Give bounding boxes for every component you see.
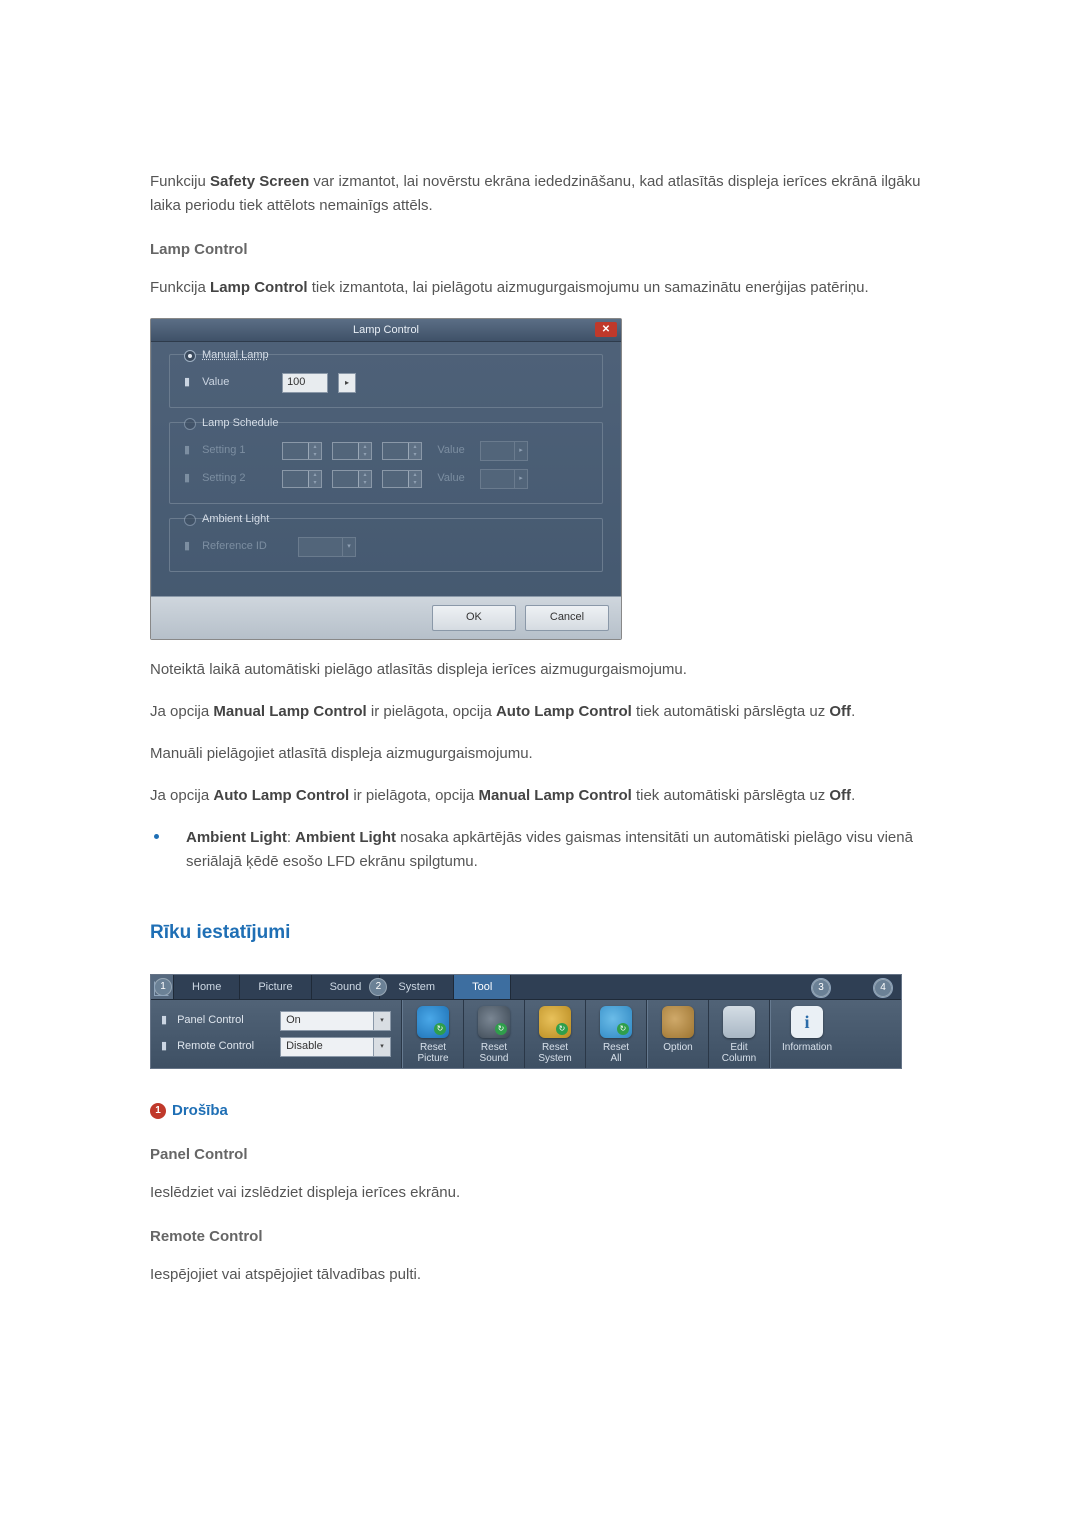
corner-icon: 1: [151, 975, 174, 999]
ambient-light-bullet: Ambient Light: Ambient Light nosaka apkā…: [150, 826, 930, 874]
reset-system-icon: ↻: [539, 1006, 571, 1038]
tab-picture[interactable]: Picture: [240, 975, 311, 999]
panel-control-label: Panel Control: [177, 1012, 272, 1030]
setting2-label: Setting 2: [202, 470, 272, 488]
auto-to-manual-text: Ja opcija Auto Lamp Control ir pielāgota…: [150, 784, 930, 808]
setting1-hour: ▴▾: [282, 442, 322, 460]
value-step-button[interactable]: ▸: [338, 373, 356, 393]
lamp-control-paragraph: Funkcija Lamp Control tiek izmantota, la…: [150, 276, 930, 300]
tab-tool[interactable]: Tool: [454, 975, 511, 999]
ambient-light-radio[interactable]: [184, 514, 196, 526]
tool-settings-heading: Rīku iestatījumi: [150, 918, 930, 948]
panel-control-text: Ieslēdziet vai izslēdziet displeja ierīc…: [150, 1181, 930, 1205]
security-heading-row: 1 Drošība: [150, 1099, 930, 1123]
edit-column-icon: [723, 1006, 755, 1038]
ambient-light-bullet-list: Ambient Light: Ambient Light nosaka apkā…: [150, 826, 930, 874]
dialog-title: Lamp Control: [353, 324, 419, 336]
option-icon: [662, 1006, 694, 1038]
setting1-value-select: ▸: [480, 441, 528, 461]
manual-lamp-legend: Manual Lamp: [202, 347, 269, 365]
reset-sound-button[interactable]: ↻ ResetSound: [463, 1000, 524, 1068]
lamp-schedule-group: Lamp Schedule ▮ Setting 1 ▴▾ ▴▾ ▴▾ Value…: [169, 422, 603, 504]
tab-sound[interactable]: Sound 2: [312, 975, 381, 999]
manual-lamp-group: Manual Lamp ▮ Value 100 ▸: [169, 354, 603, 408]
close-icon[interactable]: ✕: [595, 322, 617, 337]
setting2-value-select: ▸: [480, 469, 528, 489]
information-button[interactable]: Information: [771, 1000, 843, 1068]
dialog-titlebar: Lamp Control ✕: [151, 319, 621, 342]
lamp-schedule-legend: Lamp Schedule: [202, 415, 278, 433]
reset-all-icon: ↻: [600, 1006, 632, 1038]
ambient-light-legend: Ambient Light: [202, 511, 269, 529]
setting2-hour: ▴▾: [282, 470, 322, 488]
manual-adjust-text: Manuāli pielāgojiet atlasītā displeja ai…: [150, 742, 930, 766]
setting1-label: Setting 1: [202, 442, 272, 460]
value-label: Value: [202, 374, 272, 392]
reset-picture-button[interactable]: ↻ ResetPicture: [403, 1000, 463, 1068]
remote-control-select[interactable]: Disable ▾: [280, 1037, 391, 1057]
information-icon: [791, 1006, 823, 1038]
setting2-ampm: ▴▾: [382, 470, 422, 488]
chevron-down-icon: ▾: [373, 1038, 390, 1056]
remote-control-label: Remote Control: [177, 1038, 272, 1056]
tab-home[interactable]: Home: [174, 975, 240, 999]
panel-control-heading: Panel Control: [150, 1143, 930, 1167]
callout-3-circle: 3: [811, 978, 831, 998]
setting1-ampm: ▴▾: [382, 442, 422, 460]
tool-toolbar: 1 Home Picture Sound 2 System Tool 3 4 ▮…: [150, 974, 902, 1069]
reset-system-button[interactable]: ↻ ResetSystem: [524, 1000, 585, 1068]
chevron-down-icon: ▾: [373, 1012, 390, 1030]
remote-control-heading: Remote Control: [150, 1225, 930, 1249]
reset-sound-icon: ↻: [478, 1006, 510, 1038]
tab-row: 1 Home Picture Sound 2 System Tool 3 4: [151, 975, 901, 1000]
lamp-schedule-radio[interactable]: [184, 418, 196, 430]
panel-control-select[interactable]: On ▾: [280, 1011, 391, 1031]
auto-adjust-text: Noteiktā laikā automātiski pielāgo atlas…: [150, 658, 930, 682]
setting1-min: ▴▾: [332, 442, 372, 460]
option-button[interactable]: Option: [648, 1000, 708, 1068]
reset-all-button[interactable]: ↻ ResetAll: [585, 1000, 646, 1068]
security-number-badge: 1: [150, 1103, 166, 1119]
cancel-button[interactable]: Cancel: [525, 605, 609, 631]
reference-id-select: ▾: [298, 537, 356, 557]
ok-button[interactable]: OK: [432, 605, 516, 631]
security-heading: Drošība: [172, 1102, 228, 1119]
manual-to-auto-text: Ja opcija Manual Lamp Control ir pielāgo…: [150, 700, 930, 724]
reference-id-label: Reference ID: [202, 538, 288, 556]
setting2-min: ▴▾: [332, 470, 372, 488]
edit-column-button[interactable]: EditColumn: [708, 1000, 769, 1068]
safety-screen-paragraph: Funkciju Safety Screen var izmantot, lai…: [150, 170, 930, 218]
callout-1: 1: [154, 978, 172, 996]
lamp-control-dialog: Lamp Control ✕ Manual Lamp ▮ Value 100 ▸: [150, 318, 622, 640]
ambient-light-group: Ambient Light ▮ Reference ID ▾: [169, 518, 603, 572]
security-panel: ▮ Panel Control On ▾ ▮ Remote Control Di…: [151, 1000, 401, 1068]
callout-4-circle: 4: [873, 978, 893, 998]
value-spinner[interactable]: 100: [282, 373, 328, 393]
remote-control-text: Iespējojiet vai atspējojiet tālvadības p…: [150, 1263, 930, 1287]
reset-picture-icon: ↻: [417, 1006, 449, 1038]
manual-lamp-radio[interactable]: [184, 350, 196, 362]
dialog-footer: OK Cancel: [151, 596, 621, 639]
lamp-control-heading: Lamp Control: [150, 238, 930, 262]
tab-system[interactable]: System: [380, 975, 454, 999]
